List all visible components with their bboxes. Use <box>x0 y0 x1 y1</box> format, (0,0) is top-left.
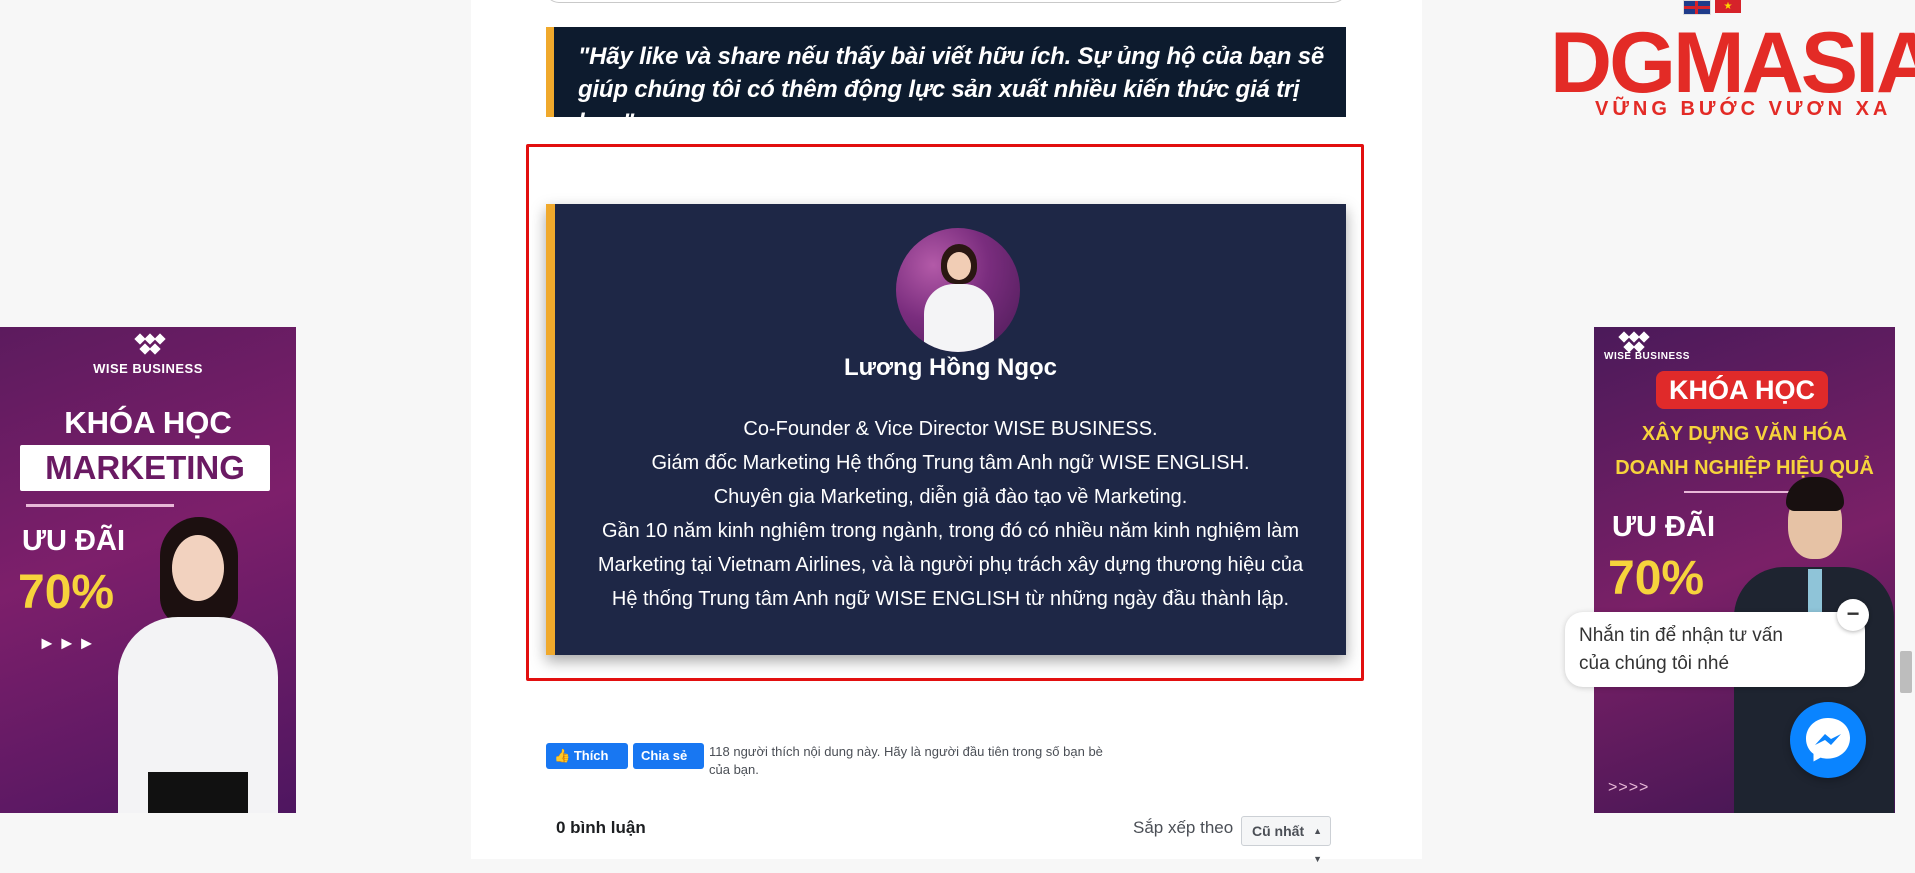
ad-arrows: >>>> <box>1608 779 1650 796</box>
wise-business-logo-icon <box>132 333 166 357</box>
chat-prompt-bubble[interactable]: Nhắn tin để nhận tư vấn của chúng tôi nh… <box>1565 612 1865 687</box>
share-quote-box: "Hãy like và share nếu thấy bài viết hữu… <box>546 27 1346 136</box>
facebook-share-button[interactable]: Chia sẻ <box>633 743 704 769</box>
bio-line: Co-Founder & Vice Director WISE BUSINESS… <box>743 418 1158 440</box>
ad-offer: ƯU ĐÃI <box>22 525 126 557</box>
ad-brand: WISE BUSINESS <box>1604 351 1690 362</box>
thumbs-up-icon: 👍 <box>554 748 571 763</box>
sort-arrows-icon: ▲ ▼ <box>1313 826 1322 864</box>
like-count-text: 118 người thích nội dung này. Hãy là ngư… <box>709 744 1103 777</box>
messenger-button[interactable] <box>1790 702 1866 778</box>
logo-wordmark: DGMASIA <box>1550 15 1915 111</box>
ad-offer: ƯU ĐÃI <box>1612 511 1716 543</box>
logo-tagline: VỮNG BƯỚC VƯƠN XA <box>1595 98 1892 120</box>
chat-close-button[interactable]: − <box>1837 599 1869 631</box>
ad-topic: MARKETING <box>20 445 270 491</box>
comment-count: 0 bình luận <box>556 818 646 837</box>
author-avatar <box>896 228 1020 352</box>
ad-brand: WISE BUSINESS <box>93 361 203 376</box>
facebook-like-button[interactable]: 👍 Thích <box>546 743 628 769</box>
ad-arrows: ►►► <box>38 633 98 653</box>
quote-line-1: "Hãy like và share nếu thấy bài viết hữu… <box>578 43 1324 70</box>
sort-select[interactable]: Cũ nhất ▲ ▼ <box>1241 816 1331 864</box>
site-logo[interactable]: DGMASIA VỮNG BƯỚC VƯƠN XA <box>1550 2 1915 122</box>
previous-card-edge <box>545 0 1347 3</box>
ad-percent: 70% <box>18 566 115 619</box>
ad-course: KHÓA HỌC <box>64 405 232 440</box>
ad-person-image <box>108 517 288 813</box>
like-label: Thích <box>573 748 609 763</box>
chat-prompt-line-1: Nhắn tin để nhận tư vấn <box>1579 625 1783 646</box>
chat-prompt-line-2: của chúng tôi nhé <box>1579 653 1730 674</box>
messenger-icon <box>1806 718 1850 762</box>
author-bio: Co-Founder & Vice Director WISE BUSINESS… <box>555 412 1346 616</box>
left-banner-ad[interactable]: WISE BUSINESS KHÓA HỌC MARKETING ƯU ĐÃI … <box>0 327 296 813</box>
ad-divider <box>26 504 174 507</box>
page-scrollbar[interactable] <box>1900 651 1912 693</box>
quote-line-2: giúp chúng tôi có thêm động lực sản xuất… <box>578 76 1300 136</box>
sort-value: Cũ nhất <box>1252 823 1305 839</box>
bio-line: Hệ thống Trung tâm Anh ngữ WISE ENGLISH … <box>611 588 1290 610</box>
ad-course: KHÓA HỌC <box>1656 371 1828 409</box>
sort-label: Sắp xếp theo <box>1133 818 1234 837</box>
bio-line: Gần 10 năm kinh nghiệm trong ngành, tron… <box>601 520 1300 542</box>
author-name: Lương Hồng Ngọc <box>843 354 1058 381</box>
author-box: Lương Hồng Ngọc Co-Founder & Vice Direct… <box>546 204 1346 655</box>
ad-topic-line-1: XÂY DỰNG VĂN HÓA <box>1641 423 1848 445</box>
bio-line: Chuyên gia Marketing, diễn giả đào tạo v… <box>713 486 1188 508</box>
bio-line: Marketing tại Vietnam Airlines, và là ng… <box>597 554 1304 576</box>
bio-line: Giám đốc Marketing Hệ thống Trung tâm An… <box>651 452 1250 474</box>
ad-percent: 70% <box>1608 552 1705 605</box>
